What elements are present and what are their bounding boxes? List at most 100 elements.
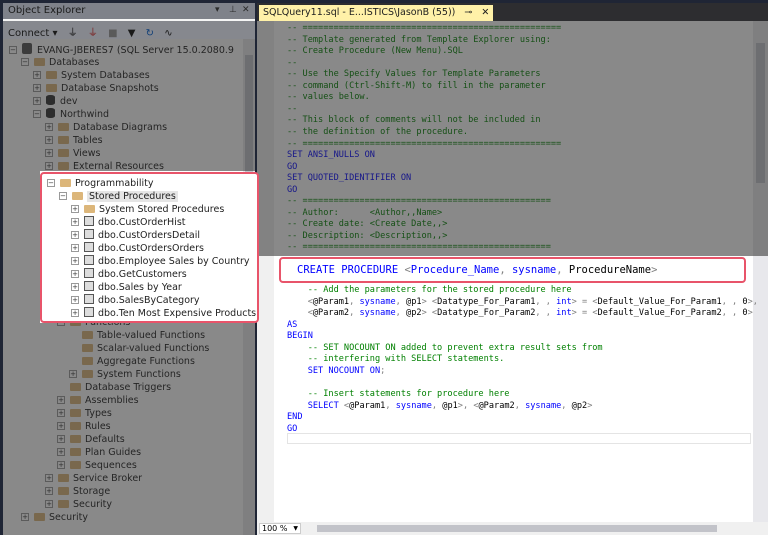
code-line[interactable]: SELECT <@Param1, sysname, @p1>, <@Param2… [287, 400, 593, 413]
code-token: Default_Value_For_Param2 [597, 308, 722, 319]
code-comment: -- Insert statements for procedure here [287, 388, 510, 399]
code-token: , , [721, 296, 743, 307]
dim-overlay [257, 21, 768, 256]
code-line[interactable]: -- interfering with SELECT statements. [287, 354, 505, 366]
code-token: >, < [457, 400, 479, 411]
code-token: @Param1 [312, 296, 350, 307]
tree-node[interactable]: + dbo.CustOrdersDetail [71, 229, 200, 242]
code-token: < [287, 308, 313, 319]
expand-icon[interactable]: + [71, 309, 79, 317]
code-line[interactable]: SET NOCOUNT ON; [287, 365, 386, 378]
tree-node-label: dbo.SalesByCategory [98, 295, 200, 306]
collapse-icon[interactable]: − [47, 179, 55, 187]
disconnect-icon[interactable]: ⏚ [88, 28, 98, 39]
connect-button[interactable]: Connect ▾ [8, 28, 58, 39]
code-comment: -- SET NOCOUNT ON added to prevent extra… [287, 342, 603, 353]
code-token: @Param1 [349, 400, 386, 411]
expand-icon[interactable]: + [71, 296, 79, 304]
code-token: , [349, 308, 360, 319]
stored-procedure-icon [84, 242, 94, 252]
code-token: ProcedureName [568, 264, 652, 276]
stored-procedure-icon [84, 281, 94, 291]
expand-icon[interactable]: + [71, 244, 79, 252]
code-keyword: int [556, 308, 572, 319]
tree-node[interactable]: + dbo.Employee Sales by Country [71, 255, 250, 268]
code-token: , [349, 296, 360, 307]
object-explorer-toolbar: Connect ▾ ⏚ ⏚ ■ ▼ ↻ ∿ [3, 21, 255, 39]
dim-overlay [3, 39, 255, 171]
expand-icon[interactable]: + [71, 205, 79, 213]
code-line[interactable]: BEGIN [287, 331, 313, 343]
code-token: , [395, 308, 407, 319]
code-comment: -- interfering with SELECT statements. [287, 354, 505, 365]
tree-node-label: dbo.Employee Sales by Country [98, 256, 250, 267]
code-keyword: SET NOCOUNT ON [287, 365, 381, 376]
tree-node-label: Stored Procedures [87, 191, 178, 202]
code-token: < [287, 296, 313, 307]
tree-node[interactable]: + dbo.Ten Most Expensive Products [71, 307, 256, 320]
code-token: @p1 [406, 296, 422, 307]
code-token: ; [380, 365, 386, 376]
expand-icon[interactable]: + [71, 270, 79, 278]
tree-node[interactable]: − Stored Procedures [59, 190, 178, 203]
tree-node[interactable]: + dbo.GetCustomers [71, 268, 187, 281]
pin-icon[interactable]: ⊥ [229, 5, 237, 15]
tree-node[interactable]: + System Stored Procedures [71, 203, 224, 216]
code-token: > [651, 264, 658, 276]
code-line[interactable]: <@Param2, sysname, @p2> <Datatype_For_Pa… [287, 308, 753, 320]
create-procedure-highlight: CREATE PROCEDURE <Procedure_Name, sysnam… [279, 257, 746, 283]
zoom-value: 100 % [262, 524, 288, 533]
connect-icon[interactable]: ⏚ [68, 28, 78, 39]
code-keyword: sysname [359, 296, 396, 307]
tree-node[interactable]: + dbo.CustOrderHist [71, 216, 186, 229]
dim-overlay [3, 323, 255, 535]
code-line[interactable]: -- SET NOCOUNT ON added to prevent extra… [287, 343, 603, 355]
dim-overlay [3, 171, 40, 323]
tree-node[interactable]: + dbo.Sales by Year [71, 281, 182, 294]
stop-icon[interactable]: ■ [108, 28, 117, 39]
code-token: Default_Value_For_Param1 [597, 296, 722, 307]
code-token: > [747, 308, 753, 319]
code-keyword: SELECT [287, 400, 344, 411]
filter-icon[interactable]: ▼ [128, 28, 136, 39]
activity-icon[interactable]: ∿ [164, 28, 172, 39]
code-line[interactable]: GO [287, 424, 297, 436]
dropdown-icon[interactable]: ▾ [215, 5, 220, 15]
stored-procedure-icon [84, 307, 94, 317]
zoom-select[interactable]: 100 % ▼ [259, 523, 301, 534]
tree-node[interactable]: + dbo.SalesByCategory [71, 294, 200, 307]
code-token: @p2 [406, 308, 422, 319]
code-token: > < [421, 296, 438, 307]
code-keyword: sysname [525, 400, 562, 411]
tree-node-label: dbo.Ten Most Expensive Products [98, 308, 257, 319]
expand-icon[interactable]: + [71, 257, 79, 265]
code-token: > = < [571, 308, 598, 319]
close-icon[interactable]: ✕ [242, 5, 250, 15]
tree-node[interactable]: − Programmability [47, 177, 153, 190]
expand-icon[interactable]: + [71, 231, 79, 239]
code-line[interactable]: <@Param1, sysname, @p1> <Datatype_For_Pa… [287, 297, 758, 309]
expand-icon[interactable]: + [71, 283, 79, 291]
close-tab-icon[interactable]: ✕ [481, 7, 489, 18]
code-line[interactable]: END [287, 412, 303, 424]
expand-icon[interactable]: + [71, 218, 79, 226]
code-keyword: sysname [395, 400, 432, 411]
collapse-icon[interactable]: − [59, 192, 67, 200]
code-token: , , [721, 308, 743, 319]
horizontal-scrollbar[interactable] [317, 525, 717, 532]
tree-node-label: Programmability [75, 178, 154, 189]
tree-node-label: dbo.CustOrderHist [98, 217, 186, 228]
code-line[interactable]: -- Add the parameters for the stored pro… [287, 285, 572, 297]
current-line-cursor[interactable] [287, 433, 751, 444]
code-line[interactable]: AS [287, 320, 297, 332]
refresh-icon[interactable]: ↻ [146, 28, 154, 39]
tab-sqlquery11[interactable]: SQLQuery11.sql - E...ISTICS\JasonB (55))… [259, 5, 494, 21]
tree-node-label: dbo.Sales by Year [98, 282, 182, 293]
code-keyword: sysname [511, 264, 557, 276]
tab-title: SQLQuery11.sql - E...ISTICS\JasonB (55)) [263, 7, 456, 18]
tree-node[interactable]: + dbo.CustOrdersOrders [71, 242, 204, 255]
pin-icon[interactable]: ⊸ [464, 7, 472, 18]
code-line[interactable]: -- Insert statements for procedure here [287, 388, 510, 401]
folder-icon [84, 205, 95, 213]
stored-procedure-icon [84, 229, 94, 239]
